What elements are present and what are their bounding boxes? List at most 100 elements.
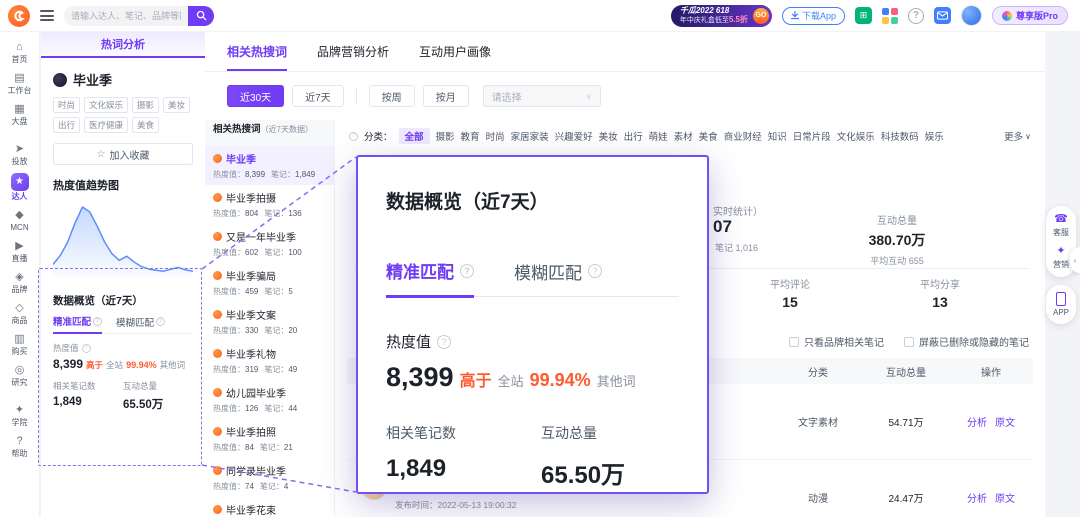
sidebar-item-research[interactable]: ◎ 研究 — [1, 360, 39, 391]
tab-brand-marketing[interactable]: 品牌营销分析 — [317, 32, 389, 71]
list-item[interactable]: 幼儿园毕业季 热度值：126 笔记：44 — [205, 380, 334, 419]
sidebar-item-brand[interactable]: ◈ 品牌 — [1, 267, 39, 298]
sidebar-item-goods[interactable]: ◇ 商品 — [1, 298, 39, 329]
category-chip[interactable]: 文化娱乐 — [837, 129, 875, 143]
info-icon[interactable]: ? — [81, 343, 91, 353]
analyze-link[interactable]: 分析 — [967, 414, 987, 429]
collapse-handle[interactable]: ‹ — [1070, 247, 1080, 273]
tab-fuzzy-match[interactable]: 模糊匹配 ? — [116, 314, 166, 333]
category-chip[interactable]: 出行 — [624, 129, 643, 143]
category-chip[interactable]: 美妆 — [599, 129, 618, 143]
list-item[interactable]: 毕业季拍摄 热度值：804 笔记：136 — [205, 185, 334, 224]
search-input[interactable] — [64, 10, 188, 21]
heat-others: 其他词 — [159, 360, 186, 370]
sidebar-item-delivery[interactable]: ➤ 投放 — [1, 139, 39, 170]
hotword-tags: 时尚 文化娱乐 摄影 美妆 出行 医疗健康 美食 — [53, 97, 193, 133]
tag-chip[interactable]: 医疗健康 — [84, 117, 129, 133]
filter-week-button[interactable]: 按周 — [368, 85, 415, 107]
info-icon[interactable]: ? — [349, 131, 358, 141]
category-chip[interactable]: 时尚 — [486, 129, 505, 143]
download-app-button[interactable]: 下载App — [781, 6, 845, 25]
heat-label: 热度值 — [53, 343, 79, 353]
brand-notes-checkbox[interactable]: 只看品牌相关笔记 — [789, 334, 884, 349]
category-chip[interactable]: 萌娃 — [649, 129, 668, 143]
category-chip[interactable]: 日常片段 — [793, 129, 831, 143]
sidebar-item-help[interactable]: ? 帮助 — [1, 431, 39, 462]
filter-select[interactable]: 请选择 ∨ — [482, 85, 601, 107]
tab-precise-match[interactable]: 精准匹配 ? — [53, 314, 103, 334]
divider — [355, 89, 357, 103]
sidebar-item-home[interactable]: ⌂ 首页 — [1, 37, 39, 68]
list-item[interactable]: 毕业季礼物 热度值：319 笔记：49 — [205, 341, 334, 380]
tab-user-portrait[interactable]: 互动用户画像 — [419, 32, 491, 71]
original-link[interactable]: 原文 — [995, 414, 1015, 429]
category-chip[interactable]: 知识 — [768, 129, 787, 143]
category-chip[interactable]: 家居家装 — [511, 129, 549, 143]
sidebar-item-workbench[interactable]: ▤ 工作台 — [1, 68, 39, 99]
tag-chip[interactable]: 美妆 — [163, 97, 191, 113]
tab-precise-match[interactable]: 精准匹配 ? — [386, 258, 474, 298]
category-chip[interactable]: 素材 — [674, 129, 693, 143]
analyze-link[interactable]: 分析 — [967, 490, 987, 505]
info-icon[interactable]: ? — [93, 316, 103, 326]
list-item[interactable]: 毕业季骗局 热度值：459 笔记：5 — [205, 263, 334, 302]
promo-go-button[interactable]: GO — [752, 7, 769, 24]
tab-related-hotwords[interactable]: 相关热搜词 — [227, 32, 288, 71]
filter-30d-button[interactable]: 近30天 — [227, 85, 285, 107]
list-item[interactable]: 毕业季花束 热度值：笔记： — [205, 497, 334, 517]
list-item[interactable]: 毕业季 热度值：8,399 笔记：1,849 — [205, 146, 334, 185]
info-icon[interactable]: ? — [460, 263, 474, 278]
category-chip[interactable]: 科技数码 — [881, 129, 919, 143]
user-avatar[interactable] — [960, 5, 982, 26]
category-chip[interactable]: 摄影 — [436, 129, 455, 143]
sidebar-item-academy[interactable]: ✦ 学院 — [1, 400, 39, 431]
promo-banner[interactable]: 千瓜2022 618 年中庆礼盒低至5.5折 GO — [670, 4, 772, 27]
category-chip[interactable]: 教育 — [461, 129, 480, 143]
filter-7d-button[interactable]: 近7天 — [292, 85, 344, 107]
topbar: 千瓜2022 618 年中庆礼盒低至5.5折 GO 下载App ⊞ ? 尊享版P… — [0, 0, 1080, 32]
qiangua-logo-icon[interactable] — [8, 4, 30, 27]
info-icon[interactable]: ? — [588, 264, 602, 278]
customer-service-button[interactable]: ☎ 客服 — [1053, 213, 1069, 238]
category-chip[interactable]: 商业财经 — [724, 129, 762, 143]
tag-chip[interactable]: 美食 — [132, 117, 160, 133]
pro-badge[interactable]: 尊享版Pro — [991, 6, 1068, 25]
promo-line1: 千瓜2022 — [679, 5, 714, 15]
original-link[interactable]: 原文 — [995, 490, 1015, 505]
data-overview-zoom-panel: 数据概览（近7天） 精准匹配 ? 模糊匹配 ? 热度值 ? 8,399 高于 全… — [356, 155, 709, 494]
tag-chip[interactable]: 文化娱乐 — [84, 97, 129, 113]
hotword-analysis-tab[interactable]: 热词分析 — [41, 32, 205, 58]
category-chip[interactable]: 娱乐 — [925, 129, 944, 143]
list-item[interactable]: 毕业季拍照 热度值：84 笔记：21 — [205, 419, 334, 458]
sidebar-item-mcn[interactable]: ◆ MCN — [1, 205, 39, 236]
category-chip[interactable]: 兴趣爱好 — [555, 129, 593, 143]
hide-deleted-checkbox[interactable]: 屏蔽已删除或隐藏的笔记 — [904, 334, 1029, 349]
tag-chip[interactable]: 时尚 — [53, 97, 81, 113]
tag-chip[interactable]: 出行 — [53, 117, 81, 133]
list-item[interactable]: 又是一年毕业季 热度值：602 笔记：100 — [205, 224, 334, 263]
sidebar-item-talent[interactable]: ★ 达人 — [1, 170, 39, 205]
info-icon[interactable]: ? — [156, 317, 166, 326]
overview-modal-title: 数据概览（近7天） — [386, 192, 549, 213]
app-download-button[interactable]: APP — [1053, 292, 1069, 317]
collapse-menu-icon[interactable] — [40, 10, 54, 21]
marketing-button[interactable]: ✦ 营销 — [1053, 245, 1069, 270]
category-all[interactable]: 全部 — [398, 128, 430, 144]
sidebar-item-purchase[interactable]: ▥ 购买 — [1, 329, 39, 360]
category-chip[interactable]: 美食 — [699, 129, 718, 143]
store-icon[interactable]: ⊞ — [854, 7, 872, 24]
list-item[interactable]: 毕业季文案 热度值：330 笔记：20 — [205, 302, 334, 341]
apps-grid-icon[interactable] — [881, 7, 898, 24]
sidebar-item-market[interactable]: ▦ 大盘 — [1, 99, 39, 130]
help-icon[interactable]: ? — [907, 7, 924, 24]
filter-month-button[interactable]: 按月 — [422, 85, 469, 107]
message-icon[interactable] — [933, 7, 951, 24]
search-button[interactable] — [188, 5, 214, 26]
tag-chip[interactable]: 摄影 — [132, 97, 160, 113]
list-item[interactable]: 同学录毕业季 热度值：74 笔记：4 — [205, 458, 334, 497]
tab-fuzzy-match[interactable]: 模糊匹配 ? — [514, 258, 602, 296]
info-icon[interactable]: ? — [437, 334, 452, 349]
sidebar-item-live[interactable]: ▶ 直播 — [1, 236, 39, 267]
add-favorite-button[interactable]: ☆ 加入收藏 — [53, 143, 193, 165]
category-more-button[interactable]: 更多 ∨ — [1004, 129, 1031, 144]
